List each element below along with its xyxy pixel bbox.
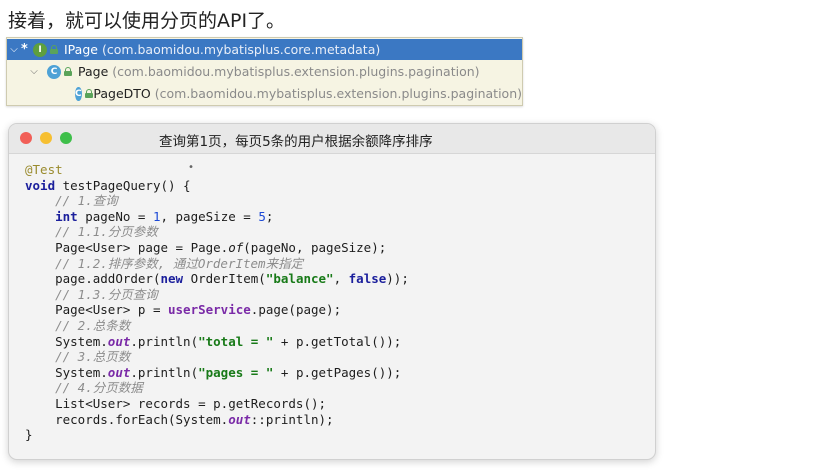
- package-name: (com.baomidou.mybatisplus.extension.plug…: [112, 64, 480, 79]
- code-window: 查询第1页，每页5条的用户根据余额降序排序 @Test • void testPag…: [8, 123, 656, 460]
- hierarchy-row-page[interactable]: ⌵ C Page (com.baomidou.mybatisplus.exten…: [7, 61, 522, 82]
- class-icon: C: [75, 86, 82, 101]
- code-line: page.addOrder(new OrderItem("balance", f…: [55, 271, 409, 287]
- code-line: // 3.总页数: [55, 349, 131, 365]
- zoom-window-button[interactable]: [60, 132, 72, 144]
- code-line: System.out.println("total = " + p.getTot…: [55, 333, 402, 349]
- class-name: PageDTO: [93, 86, 151, 101]
- code-line: // 2.总条数: [55, 317, 131, 333]
- code-line: System.out.println("pages = " + p.getPag…: [55, 364, 402, 380]
- code-block: @Test • void testPageQuery() { // 1.查询 int…: [25, 162, 409, 443]
- class-name: IPage: [64, 42, 98, 57]
- code-line: @Test •: [25, 162, 195, 177]
- code-line: records.forEach(System.out::println);: [55, 411, 334, 427]
- code-line: // 1.2.排序参数, 通过OrderItem来指定: [55, 255, 304, 271]
- chevron-down-icon[interactable]: ⌵: [7, 44, 21, 55]
- code-line: // 1.3.分页查询: [55, 286, 158, 302]
- cursor-dot-icon: •: [188, 162, 195, 173]
- hierarchy-row-ipage[interactable]: ⌵ * I IPage (com.baomidou.mybatisplus.co…: [7, 39, 522, 60]
- code-line: // 1.1.分页参数: [55, 224, 158, 240]
- class-icon: C: [47, 64, 61, 79]
- minimize-window-button[interactable]: [40, 132, 52, 144]
- lock-icon: [84, 89, 92, 98]
- code-line: Page<User> page = Page.of(pageNo, pageSi…: [55, 239, 387, 255]
- window-titlebar: 查询第1页，每页5条的用户根据余额降序排序: [9, 124, 655, 154]
- package-name: (com.baomidou.mybatisplus.core.metadata): [101, 42, 381, 57]
- package-name: (com.baomidou.mybatisplus.extension.plug…: [154, 86, 522, 101]
- lock-icon: [50, 45, 58, 54]
- hierarchy-row-pagedto[interactable]: C PageDTO (com.baomidou.mybatisplus.exte…: [7, 83, 522, 104]
- page-heading: 接着，就可以使用分页的API了。: [8, 10, 286, 32]
- lock-icon: [64, 67, 72, 76]
- close-window-button[interactable]: [20, 132, 32, 144]
- code-line: // 1.查询: [55, 193, 118, 209]
- code-line: Page<User> p = userService.page(page);: [55, 302, 342, 318]
- code-line: int pageNo = 1, pageSize = 5;: [55, 208, 274, 224]
- type-hierarchy-panel: ⌵ * I IPage (com.baomidou.mybatisplus.co…: [6, 37, 523, 106]
- window-title: 查询第1页，每页5条的用户根据余额降序排序: [159, 134, 433, 150]
- interface-icon: I: [33, 42, 47, 57]
- code-line: void testPageQuery() {: [25, 177, 191, 193]
- star-icon: *: [21, 42, 28, 57]
- class-name: Page: [78, 64, 109, 79]
- chevron-down-icon[interactable]: ⌵: [27, 66, 41, 77]
- code-line: // 4.分页数据: [55, 380, 143, 396]
- code-line: }: [25, 427, 33, 443]
- code-line: List<User> records = p.getRecords();: [55, 395, 327, 411]
